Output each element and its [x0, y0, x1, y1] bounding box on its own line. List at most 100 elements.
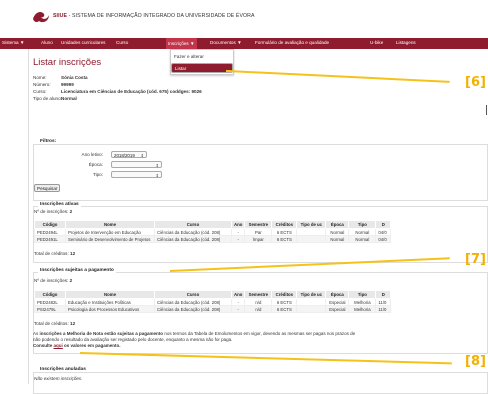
payment-legend: Inscrições sujeitas a pagamento	[38, 268, 116, 273]
total-value: 12	[70, 321, 76, 326]
col-d: D	[375, 220, 392, 229]
select-arrows-icon: ⇕	[155, 173, 159, 178]
callout-7-label: [7]	[465, 252, 486, 267]
epoca-label: Época:	[88, 162, 103, 167]
nav-documentos[interactable]: Documentos ▼	[210, 40, 242, 45]
col-tipo-uc: Tipo de uc	[296, 220, 327, 229]
values-link[interactable]: aqui	[54, 343, 63, 348]
cell: PED2482L	[34, 298, 66, 306]
col-curso: Curso	[154, 290, 232, 299]
col-tipo: Tipo	[348, 220, 377, 229]
payment-note-line2: não podendo o resultado da avaliação ser…	[33, 337, 233, 342]
cell: Normal	[348, 235, 377, 243]
field-label: Número:	[33, 82, 51, 87]
epoca-select[interactable]: ⇕	[111, 161, 162, 168]
course-name: em Ciências de Educação (cód. 675) coddg…	[88, 89, 202, 94]
col-semestre: Semestre	[244, 290, 273, 299]
cell: 04/0	[375, 235, 392, 243]
cell: -	[230, 235, 246, 243]
cell: -	[230, 305, 246, 313]
cell	[296, 228, 327, 236]
cell: Especial	[325, 305, 350, 313]
cell: 6 ECTS	[271, 305, 298, 313]
col-creditos: Créditos	[271, 290, 298, 299]
cell: Ciências da Educação (cód. 208)	[154, 228, 232, 236]
cell: Normal	[325, 228, 350, 236]
nav-sistema[interactable]: Sistema ▼	[2, 40, 24, 45]
col-ano: Ano	[230, 290, 246, 299]
cell: Normal	[325, 235, 350, 243]
page-title: Listar inscrições	[33, 57, 102, 68]
cell: 11/0	[375, 305, 392, 313]
nav-u-bike[interactable]: U-bike	[370, 40, 383, 45]
nav-inscricoes[interactable]: Inscrições ▼	[166, 38, 197, 49]
total-value: 12	[70, 251, 76, 256]
cell: Par	[244, 228, 273, 236]
table-row: PED2482L Educação e Instituições Polític…	[34, 298, 392, 306]
callout-6-label: [6]	[465, 75, 486, 90]
nav-formulario-avaliacao[interactable]: Formulário de avaliação e qualidade	[255, 40, 329, 45]
field-value: Sónia Costa	[61, 75, 88, 80]
payment-note-line1: As inscrições a Melhoria de Nota estão s…	[33, 331, 355, 336]
cell: Ciências da Educação (cód. 208)	[154, 298, 232, 306]
col-epoca: Época	[325, 220, 350, 229]
nav-unidades-curriculares[interactable]: Unidades curriculares	[61, 40, 105, 45]
active-count: Nº de inscrições: 2	[34, 209, 72, 214]
cell: Ciências da Educação (cód. 208)	[154, 235, 232, 243]
field-label: Nome:	[33, 75, 47, 80]
cell: PED2491L	[34, 235, 66, 243]
system-subtitle: - SISTEMA DE INFORMAÇÃO INTEGRADO DA UNI…	[68, 13, 255, 19]
cell: 6 ECTS	[271, 228, 298, 236]
active-total-credits: Total de créditos: 12	[34, 251, 75, 256]
note-text: nos termos da Tabela de Emolumentos em v…	[163, 331, 356, 336]
menu-item-fazer-alterar[interactable]: Fazer e alterar	[171, 52, 233, 62]
cancelled-fieldset	[33, 372, 488, 394]
count-value: 2	[69, 209, 73, 214]
table-header-row: Código Nome Curso Ano Semestre Créditos …	[34, 220, 392, 229]
field-value: Licenciatura em Ciências de Educação (có…	[61, 89, 202, 94]
total-label: Total de créditos:	[34, 321, 69, 326]
col-codigo: Código	[34, 220, 66, 229]
total-label: Total de créditos:	[34, 251, 69, 256]
nav-aluno[interactable]: Aluno	[41, 40, 53, 45]
field-curso: Curso: Licenciatura em Ciências de Educa…	[33, 89, 202, 94]
top-header: SIIUE - SISTEMA DE INFORMAÇÃO INTEGRADO …	[0, 0, 488, 39]
cell: Psicologia dos Processos Educativos	[65, 305, 155, 313]
cell: -	[230, 298, 246, 306]
left-divider	[28, 49, 29, 384]
cancelled-legend: Inscrições anuladas	[38, 367, 88, 372]
tipo-select[interactable]: ⇕	[111, 171, 162, 178]
cell: Melhoria	[348, 298, 377, 306]
col-d: D	[375, 290, 392, 299]
col-tipo: Tipo	[348, 290, 377, 299]
menu-item-listar[interactable]: Listar	[171, 63, 233, 73]
nav-curso[interactable]: Curso	[116, 40, 128, 45]
payment-note-line3: Consulte aqui os valores em pagamento.	[33, 343, 121, 348]
field-tipo-aluno: Tipo de aluno: Normal	[33, 96, 77, 101]
ano-letivo-select[interactable]: 2018/2019 ⇕	[111, 151, 147, 158]
cancelled-empty-message: Não existem inscrições.	[34, 376, 83, 381]
search-button[interactable]: Pesquisar	[34, 184, 61, 192]
count-value: 2	[69, 278, 73, 283]
table-row: PED2491L Seminário de Desenvolvimento de…	[34, 235, 392, 243]
cell: PED2494L	[34, 228, 66, 236]
course-degree: Licenciatura	[61, 89, 89, 94]
field-value: Normal	[61, 96, 77, 101]
ano-letivo-label: Ano letivo:	[81, 152, 103, 157]
cell: 6 ECTS	[271, 298, 298, 306]
payment-total-credits: Total de créditos: 12	[34, 321, 75, 326]
field-label: Curso:	[33, 89, 47, 94]
note-text: os valores em pagamento.	[62, 343, 121, 348]
inscricoes-dropdown-menu: Fazer e alterar Listar	[170, 49, 234, 75]
payment-table: Código Nome Curso Ano Semestre Créditos …	[34, 290, 392, 313]
col-ano: Ano	[230, 220, 246, 229]
ano-letivo-value: 2018/2019	[114, 153, 135, 158]
payment-count: Nº de inscrições: 2	[34, 278, 72, 283]
nav-listagens[interactable]: Listagens	[396, 40, 416, 45]
cell: Educação e Instituições Políticas	[65, 298, 155, 306]
field-label: Tipo de aluno:	[33, 96, 62, 101]
table-row: PSI2479L Psicologia dos Processos Educat…	[34, 305, 392, 313]
cell: Ciências da Educação (cód. 208)	[154, 305, 232, 313]
cell	[296, 298, 327, 306]
col-creditos: Créditos	[271, 220, 298, 229]
